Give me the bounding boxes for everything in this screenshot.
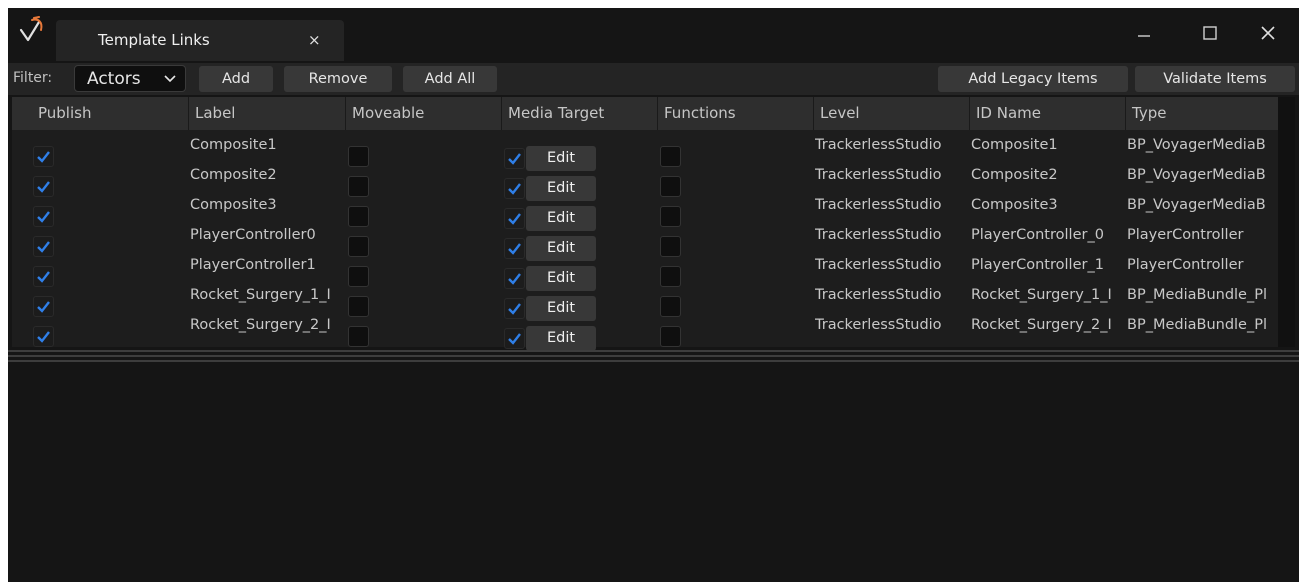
level-cell: TrackerlessStudio	[815, 197, 942, 213]
media-target-checkbox[interactable]	[504, 328, 525, 349]
type-cell: BP_MediaBundle_Pl	[1127, 287, 1267, 303]
filter-label: Filter:	[13, 70, 53, 86]
publish-checkbox[interactable]	[33, 326, 54, 347]
id-name-cell: Rocket_Surgery_1_I	[971, 287, 1112, 303]
tab-title: Template Links	[98, 31, 210, 49]
level-cell: TrackerlessStudio	[815, 137, 942, 153]
maximize-icon[interactable]	[1199, 22, 1221, 44]
app-logo-icon	[19, 16, 43, 42]
type-cell: BP_MediaBundle_Pl	[1127, 317, 1267, 333]
lower-panel	[8, 365, 1299, 582]
filter-dropdown[interactable]: Actors	[74, 65, 186, 92]
type-cell: BP_VoyagerMediaB	[1127, 197, 1266, 213]
column-header-type[interactable]: Type	[1125, 97, 1278, 130]
remove-button[interactable]: Remove	[284, 66, 392, 92]
window-close-icon[interactable]	[1257, 22, 1279, 44]
table-row[interactable]: PlayerController0 Edit TrackerlessStudio…	[12, 222, 1278, 261]
column-header-id-name[interactable]: ID Name	[969, 97, 1125, 130]
template-links-table: Publish Label Moveable Media Target Func…	[12, 97, 1295, 351]
title-bar: Template Links ×	[8, 8, 1299, 62]
label-cell: Rocket_Surgery_2_I	[190, 317, 331, 333]
level-cell: TrackerlessStudio	[815, 167, 942, 183]
chevron-down-icon	[164, 75, 176, 83]
id-name-cell: Composite2	[971, 167, 1058, 183]
table-scrollbar[interactable]	[1278, 97, 1295, 347]
column-header-functions[interactable]: Functions	[657, 97, 813, 130]
functions-checkbox[interactable]	[660, 326, 681, 347]
add-all-button[interactable]: Add All	[403, 66, 497, 92]
table-row[interactable]: Rocket_Surgery_1_I Edit TrackerlessStudi…	[12, 282, 1278, 321]
type-cell: PlayerController	[1127, 227, 1244, 243]
table-row[interactable]: Composite1 Edit TrackerlessStudio Compos…	[12, 132, 1278, 171]
panel-splitter[interactable]	[8, 349, 1299, 365]
validate-items-button[interactable]: Validate Items	[1135, 66, 1295, 92]
type-cell: BP_VoyagerMediaB	[1127, 167, 1266, 183]
column-header-media-target[interactable]: Media Target	[501, 97, 657, 130]
column-header-moveable[interactable]: Moveable	[345, 97, 501, 130]
media-target-edit-button[interactable]: Edit	[526, 326, 596, 351]
label-cell: Composite3	[190, 197, 277, 213]
level-cell: TrackerlessStudio	[815, 287, 942, 303]
table-row[interactable]: Composite2 Edit TrackerlessStudio Compos…	[12, 162, 1278, 201]
checkmark-icon	[37, 331, 50, 343]
table-row[interactable]: PlayerController1 Edit TrackerlessStudio…	[12, 252, 1278, 291]
label-cell: PlayerController1	[190, 257, 316, 273]
label-cell: Composite2	[190, 167, 277, 183]
toolbar: Filter: Actors Add Remove Add All Add Le…	[8, 63, 1299, 95]
id-name-cell: Composite3	[971, 197, 1058, 213]
tab-template-links[interactable]: Template Links ×	[56, 20, 344, 61]
column-header-label[interactable]: Label	[188, 97, 346, 130]
minimize-icon[interactable]	[1133, 22, 1155, 44]
level-cell: TrackerlessStudio	[815, 317, 942, 333]
checkmark-icon	[508, 333, 521, 345]
add-button[interactable]: Add	[199, 66, 273, 92]
label-cell: Composite1	[190, 137, 277, 153]
level-cell: TrackerlessStudio	[815, 227, 942, 243]
close-icon[interactable]: ×	[308, 31, 321, 49]
type-cell: PlayerController	[1127, 257, 1244, 273]
table-row[interactable]: Rocket_Surgery_2_I Edit TrackerlessStudi…	[12, 312, 1278, 351]
add-legacy-items-button[interactable]: Add Legacy Items	[938, 66, 1128, 92]
table-row[interactable]: Composite3 Edit TrackerlessStudio Compos…	[12, 192, 1278, 231]
id-name-cell: Rocket_Surgery_2_I	[971, 317, 1112, 333]
moveable-checkbox[interactable]	[348, 326, 369, 347]
column-header-publish[interactable]: Publish	[32, 97, 190, 130]
id-name-cell: PlayerController_1	[971, 257, 1104, 273]
label-cell: PlayerController0	[190, 227, 316, 243]
level-cell: TrackerlessStudio	[815, 257, 942, 273]
label-cell: Rocket_Surgery_1_I	[190, 287, 331, 303]
type-cell: BP_VoyagerMediaB	[1127, 137, 1266, 153]
table-header: Publish Label Moveable Media Target Func…	[12, 97, 1278, 130]
id-name-cell: PlayerController_0	[971, 227, 1104, 243]
column-header-level[interactable]: Level	[813, 97, 969, 130]
template-links-window: Template Links × Filter: Actors Add Remo…	[8, 8, 1299, 582]
filter-value: Actors	[87, 69, 141, 89]
id-name-cell: Composite1	[971, 137, 1058, 153]
